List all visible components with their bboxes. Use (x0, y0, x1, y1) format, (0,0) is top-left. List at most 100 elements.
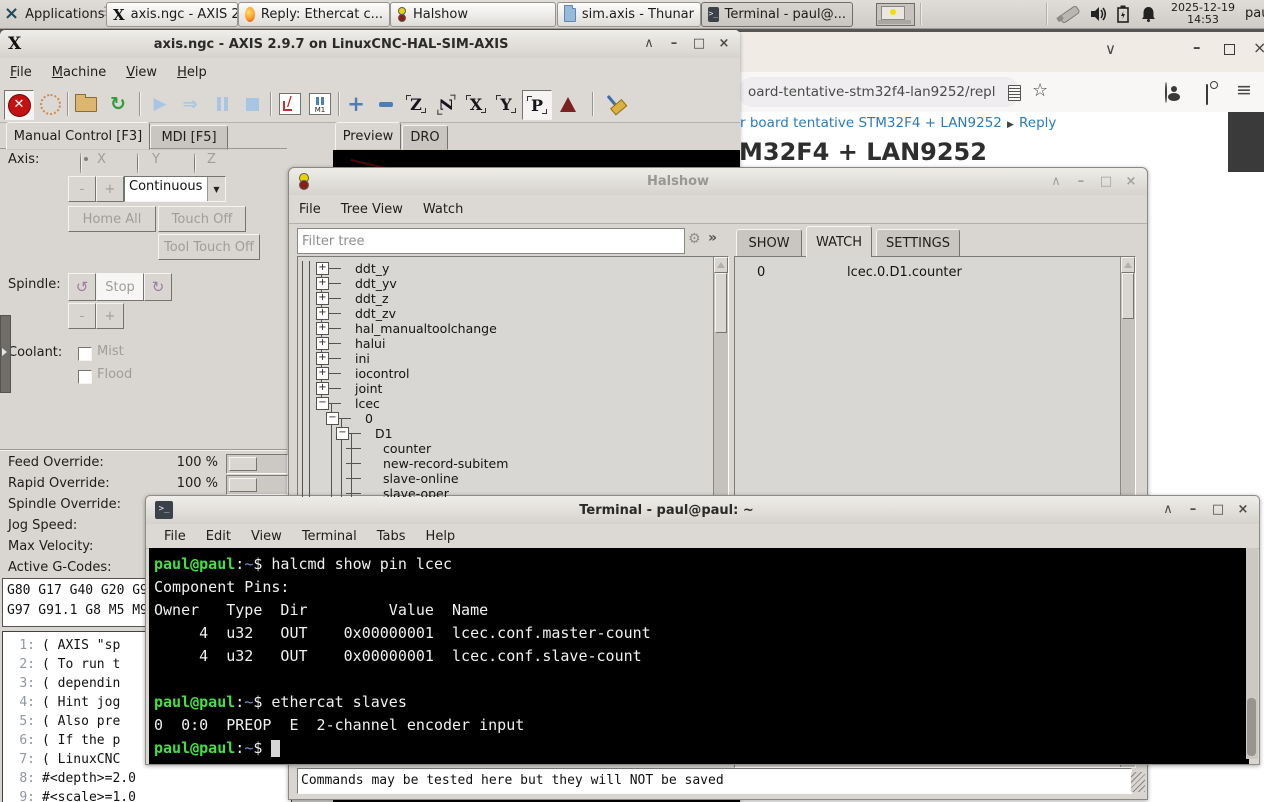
terminal-menu-file[interactable]: File (154, 529, 196, 544)
tab-manual-control[interactable]: Manual Control [F3] (6, 122, 150, 150)
watch-pin-name[interactable]: lcec.0.D1.counter (847, 265, 962, 280)
tree-item-ddt_zv[interactable]: +ddt_zv (298, 306, 712, 321)
breadcrumb[interactable]: r board tentative STM32F4 + LAN9252 (740, 115, 1002, 130)
axis-menu-help[interactable]: Help (167, 65, 217, 80)
tool-touch-off-button[interactable]: Tool Touch Off (158, 234, 260, 260)
tree-item-0[interactable]: −0 (298, 411, 712, 426)
feed-override-slider[interactable] (226, 454, 288, 474)
expand-icon[interactable]: + (316, 307, 329, 320)
tree-item-ini[interactable]: +ini (298, 351, 712, 366)
bookmark-star-icon[interactable]: ☆ (1032, 80, 1048, 101)
expand-icon[interactable]: + (316, 337, 329, 350)
tree-scrollbar[interactable] (713, 257, 728, 497)
minimize-icon[interactable] (666, 36, 682, 52)
minimize-icon[interactable] (1185, 502, 1201, 518)
taskbar-item-firefox[interactable]: Reply: Ethercat c... (238, 2, 390, 27)
spindle-stop-button[interactable]: Stop (96, 273, 144, 301)
radio-axis-y[interactable] (137, 153, 139, 174)
stop-program-button[interactable] (238, 90, 266, 118)
jog-minus-button[interactable]: - (68, 176, 96, 202)
slider-handle[interactable] (229, 457, 257, 471)
spindle-ccw-button[interactable]: ↺ (68, 273, 96, 301)
tree-item-new-record-subitem[interactable]: new-record-subitem (298, 456, 712, 471)
taskbar-item-axis[interactable]: X axis.ngc - AXIS 2... (106, 2, 238, 27)
tree-item-ddt_y[interactable]: +ddt_y (298, 261, 712, 276)
skip-lines-button[interactable] (276, 90, 304, 118)
terminal-menu-view[interactable]: View (241, 529, 292, 544)
expand-icon[interactable]: + (316, 367, 329, 380)
scrollbar-thumb[interactable] (1122, 273, 1134, 319)
spindle-cw-button[interactable]: ↻ (144, 273, 172, 301)
close-icon[interactable] (716, 36, 732, 52)
halshow-menu-treeview[interactable]: Tree View (331, 202, 413, 217)
maximize-icon[interactable] (1098, 174, 1114, 190)
expand-icon[interactable]: + (316, 262, 329, 275)
view-y-button[interactable]: Y (492, 90, 520, 118)
account-icon[interactable] (1165, 82, 1167, 103)
taskbar-item-terminal[interactable]: >_ Terminal - paul@... (701, 2, 853, 27)
slider-handle[interactable] (229, 478, 257, 492)
rotate-view-button[interactable] (554, 90, 582, 118)
touch-off-button[interactable]: Touch Off (158, 206, 246, 232)
tree-item-D1[interactable]: −D1 (298, 426, 712, 441)
expander-chevron-icon[interactable]: » (708, 230, 717, 246)
terminal-menu-edit[interactable]: Edit (196, 529, 241, 544)
axis-menu-file[interactable]: File (0, 65, 42, 80)
panel-clock[interactable]: 2025-12-19 14:53 (1166, 2, 1240, 26)
browser-minimize-icon[interactable]: – (1193, 38, 1201, 56)
terminal-scrollbar[interactable] (1246, 548, 1258, 759)
removable-device-icon[interactable] (1056, 4, 1082, 24)
tree-item-ddt_z[interactable]: +ddt_z (298, 291, 712, 306)
reader-mode-icon[interactable] (1008, 85, 1021, 101)
mist-checkbox[interactable] (78, 347, 92, 361)
tab-mdi[interactable]: MDI [F5] (150, 125, 228, 150)
rapid-override-slider[interactable] (226, 475, 288, 495)
halshow-menu-watch[interactable]: Watch (413, 202, 473, 217)
browser-maximize-icon[interactable] (1224, 44, 1235, 55)
url-bar[interactable]: oard-tentative-stm32f4-lan9252/repl (738, 77, 1020, 107)
workspace-switcher[interactable] (876, 3, 915, 26)
minimize-icon[interactable] (1073, 174, 1089, 190)
scrollbar-thumb[interactable] (1247, 698, 1256, 756)
collapse-icon[interactable]: − (326, 412, 339, 425)
pause-program-button[interactable] (208, 90, 236, 118)
tab-preview[interactable]: Preview (335, 122, 401, 150)
shade-icon[interactable] (1160, 502, 1176, 518)
notification-bell-icon[interactable] (1141, 6, 1156, 22)
tab-dro[interactable]: DRO (402, 125, 448, 150)
halshow-titlebar[interactable]: Halshow (289, 168, 1147, 196)
tree-item-slave-oper[interactable]: slave-oper (298, 486, 712, 498)
view-z-rotated-button[interactable]: Z (432, 90, 460, 118)
zoom-out-button[interactable] (372, 90, 400, 118)
taskbar-item-halshow[interactable]: Halshow (390, 2, 556, 27)
jog-plus-button[interactable]: + (96, 176, 124, 202)
taskbar-item-thunar[interactable]: sim.axis - Thunar (557, 2, 701, 27)
panel-collapse-handle[interactable] (0, 315, 11, 393)
gear-icon[interactable]: ⚙ (688, 231, 701, 247)
axis-menu-view[interactable]: View (116, 65, 167, 80)
tree-item-slave-online[interactable]: slave-online (298, 471, 712, 486)
radio-axis-z[interactable] (194, 153, 196, 174)
audio-volume-icon[interactable] (1090, 6, 1107, 22)
zoom-in-button[interactable] (342, 90, 370, 118)
tree-item-joint[interactable]: +joint (298, 381, 712, 396)
view-perspective-button[interactable]: P (522, 90, 552, 120)
tree-item-lcec[interactable]: −lcec (298, 396, 712, 411)
view-x-button[interactable]: X (462, 90, 490, 118)
jog-mode-select[interactable]: Continuous ▼ (124, 176, 226, 202)
hamburger-menu-icon[interactable]: ≡ (1236, 79, 1252, 101)
reload-file-button[interactable] (104, 90, 132, 118)
scrollbar-thumb[interactable] (715, 273, 727, 333)
maximize-icon[interactable] (691, 36, 707, 52)
tab-list-chevron-icon[interactable]: ∨ (1105, 40, 1116, 58)
terminal-menu-terminal[interactable]: Terminal (292, 529, 367, 544)
terminal-output[interactable]: paul@paul:~$ halcmd show pin lcecCompone… (149, 548, 1249, 764)
terminal-titlebar[interactable]: >_ Terminal - paul@paul: ~ (146, 496, 1259, 525)
collapse-icon[interactable]: − (336, 427, 349, 440)
clear-plot-button[interactable] (600, 90, 628, 118)
scroll-up-icon[interactable] (714, 257, 728, 273)
close-icon[interactable] (1123, 174, 1139, 190)
tab-watch[interactable]: WATCH (806, 226, 872, 257)
collapse-icon[interactable]: − (316, 397, 329, 410)
expand-icon[interactable]: + (316, 277, 329, 290)
